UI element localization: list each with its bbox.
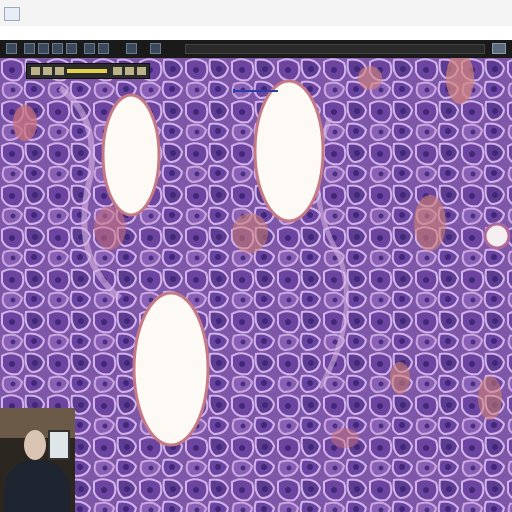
open-icon[interactable] — [6, 43, 17, 54]
window-titlebar — [0, 0, 512, 27]
slide-viewport[interactable] — [0, 58, 512, 512]
menubar — [0, 26, 512, 41]
annotation-arrow[interactable] — [232, 89, 280, 93]
back-icon[interactable] — [43, 67, 52, 75]
view-controls — [26, 63, 150, 79]
layers-icon[interactable] — [98, 43, 109, 54]
webcam-monitor — [48, 430, 70, 460]
settings-icon[interactable] — [126, 43, 137, 54]
rotate-icon[interactable] — [113, 67, 122, 75]
status-indicator — [492, 43, 506, 54]
forward-icon[interactable] — [55, 67, 64, 75]
pan-icon[interactable] — [52, 43, 63, 54]
zoom-out-icon[interactable] — [38, 43, 49, 54]
presenter-body — [4, 460, 70, 512]
lumen-1 — [101, 93, 161, 217]
fullscreen-icon[interactable] — [150, 43, 161, 54]
lumen-3 — [132, 291, 210, 447]
zoom-in-icon[interactable] — [24, 43, 35, 54]
home-icon[interactable] — [31, 67, 40, 75]
measure-icon[interactable] — [84, 43, 95, 54]
slide-viewer-app-icon[interactable] — [4, 7, 20, 21]
grid-icon[interactable] — [125, 67, 134, 75]
info-icon[interactable] — [137, 67, 146, 75]
navigation-field[interactable] — [185, 44, 485, 54]
presenter-webcam — [0, 408, 75, 512]
presenter-head — [24, 430, 46, 460]
zoom-slider[interactable] — [67, 69, 107, 73]
annotate-icon[interactable] — [66, 43, 77, 54]
histology-slide-image — [0, 58, 512, 512]
lumen-2 — [253, 79, 325, 223]
viewer-toolbar — [0, 40, 512, 59]
